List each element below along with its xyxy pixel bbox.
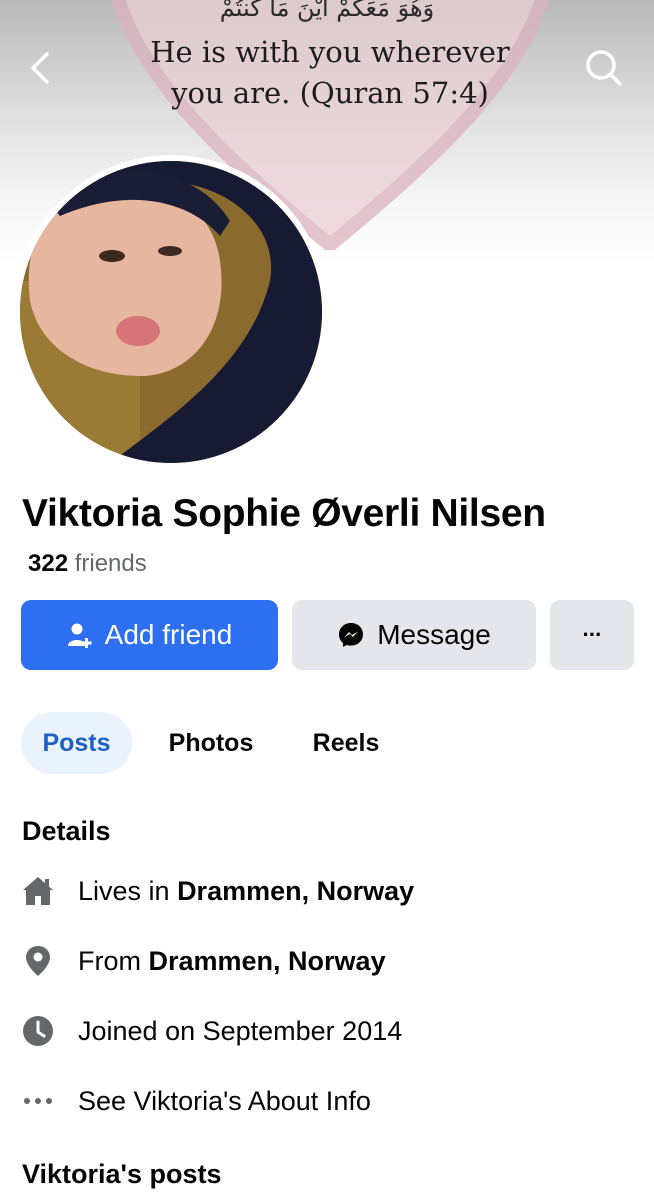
message-label: Message [377, 619, 491, 650]
joined-text: Joined on September 2014 [78, 1015, 403, 1046]
cover-quote-line2: you are. (Quran 57:4) [171, 76, 489, 110]
home-icon [20, 873, 56, 909]
lives-in-value: Drammen, Norway [177, 875, 415, 906]
back-button[interactable] [18, 46, 62, 90]
clock-icon [20, 1013, 56, 1049]
messenger-icon [339, 623, 364, 647]
cover-arabic-text: وَهُوَ مَعَكُمْ أَيْنَ مَا كُنتُمْ [219, 0, 435, 22]
avatar-image [20, 161, 322, 463]
more-options-icon: ··· [582, 622, 603, 647]
lives-in-prefix: Lives in [78, 875, 178, 906]
from-prefix: From [78, 945, 149, 976]
add-friend-label: Add friend [104, 619, 233, 650]
profile-avatar[interactable] [14, 155, 328, 469]
avatar-photo [20, 161, 322, 463]
details-title: Details [22, 816, 111, 846]
location-pin-icon [20, 943, 56, 979]
friend-count-label: friends [74, 550, 147, 577]
posts-section-title: Viktoria's posts [22, 1159, 222, 1189]
detail-from: From Drammen, Norway [20, 939, 640, 983]
search-icon [586, 50, 622, 86]
tab-photos[interactable]: Photos [150, 712, 272, 774]
chevron-left-icon [31, 52, 49, 84]
cover-quote-line1: He is with you wherever [150, 35, 510, 69]
search-button[interactable] [582, 46, 626, 90]
detail-joined: Joined on September 2014 [20, 1009, 640, 1053]
tab-posts[interactable]: Posts [21, 712, 132, 774]
profile-name: Viktoria Sophie Øverli Nilsen [22, 492, 546, 535]
message-button[interactable]: Message [292, 600, 536, 670]
from-value: Drammen, Norway [148, 945, 386, 976]
detail-lives-in: Lives in Drammen, Norway [20, 869, 640, 913]
friend-count-number: 322 [28, 550, 69, 577]
more-dots-icon [20, 1083, 56, 1119]
see-about-info-label: See Viktoria's About Info [78, 1085, 371, 1116]
add-friend-icon [67, 623, 92, 648]
more-options-button[interactable]: ··· [550, 600, 634, 670]
add-friend-button[interactable]: Add friend [21, 600, 278, 670]
friend-count[interactable]: 322 friends [28, 550, 147, 578]
tab-reels[interactable]: Reels [292, 712, 400, 774]
see-about-info-link[interactable]: See Viktoria's About Info [20, 1079, 640, 1123]
cover-quote: He is with you wherever you are. (Quran … [120, 32, 540, 114]
